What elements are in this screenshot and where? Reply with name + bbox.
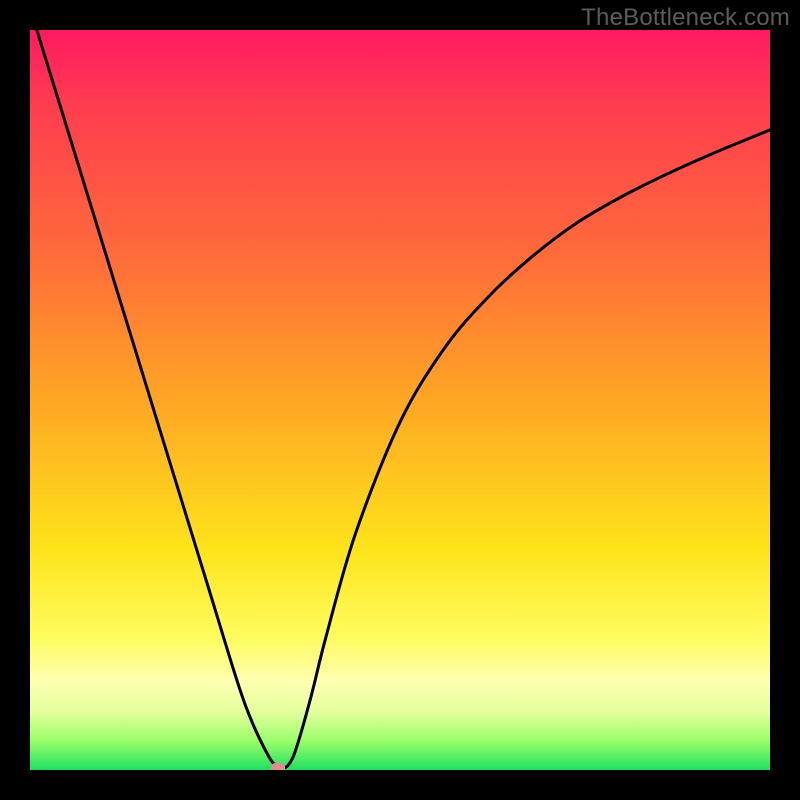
bottleneck-curve [30, 30, 770, 769]
chart-frame: TheBottleneck.com [0, 0, 800, 800]
curve-layer [30, 30, 770, 770]
plot-area [30, 30, 770, 770]
minimum-marker [271, 763, 285, 770]
watermark-text: TheBottleneck.com [581, 4, 790, 32]
